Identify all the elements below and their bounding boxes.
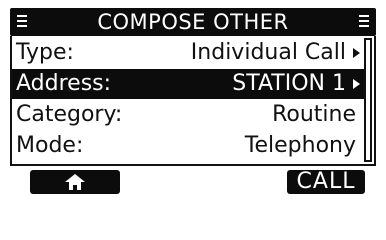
title-bar: COMPOSE OTHER — [10, 8, 376, 36]
screen-title: COMPOSE OTHER — [97, 10, 289, 34]
home-icon — [65, 174, 85, 190]
row-type[interactable]: Type: Individual Call — [12, 38, 364, 68]
scroll-thumb[interactable] — [364, 38, 372, 162]
row-address[interactable]: Address: STATION 1 — [12, 69, 364, 99]
call-button[interactable]: CALL — [287, 170, 365, 194]
row-value: Individual Call — [190, 40, 346, 65]
row-value: STATION 1 — [232, 71, 346, 96]
row-value: Telephony — [244, 133, 356, 158]
row-category[interactable]: Category: Routine — [12, 100, 364, 130]
row-value: Routine — [272, 102, 356, 127]
row-label: Address: — [16, 71, 112, 96]
row-label: Mode: — [16, 133, 84, 158]
menu-icon — [17, 15, 27, 29]
menu-icon — [359, 15, 369, 29]
home-button[interactable] — [30, 170, 120, 194]
chevron-right-icon — [353, 79, 360, 89]
chevron-right-icon — [353, 48, 360, 58]
row-label: Type: — [16, 40, 74, 65]
row-mode[interactable]: Mode: Telephony — [12, 131, 364, 161]
radio-display: COMPOSE OTHER Type: Individual Call Addr… — [0, 0, 386, 200]
row-label: Category: — [16, 102, 123, 127]
scrollbar[interactable] — [364, 38, 372, 162]
